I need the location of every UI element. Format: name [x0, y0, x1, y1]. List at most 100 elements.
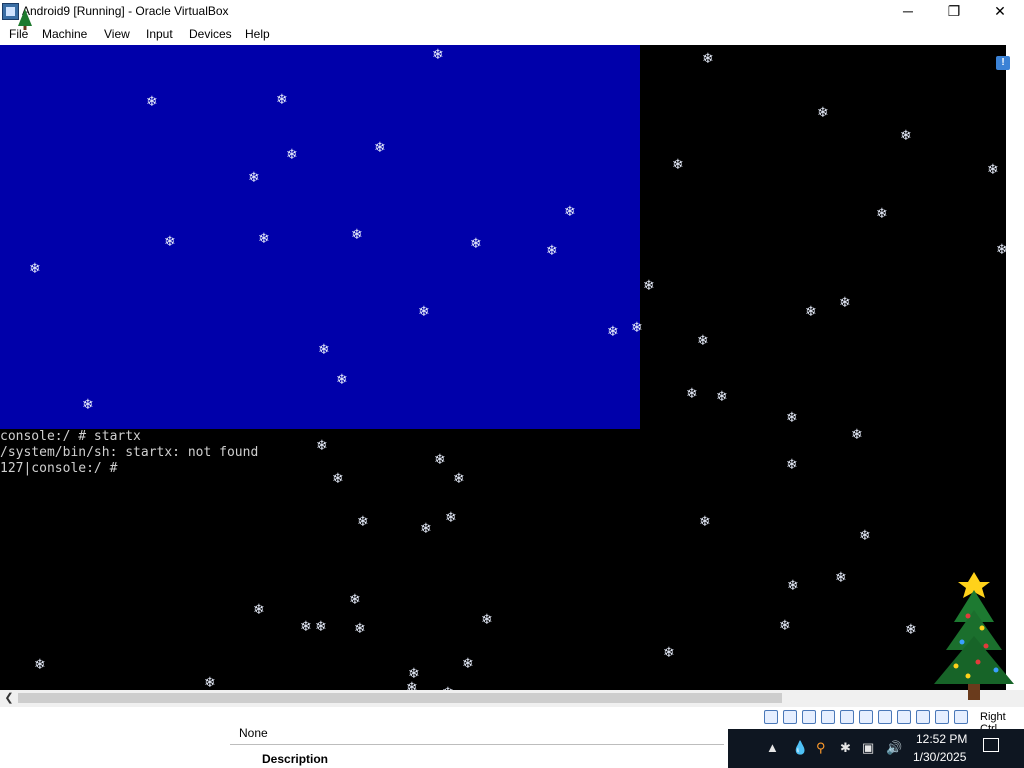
snowflake-icon: ❄: [432, 47, 444, 63]
snowflake-icon: ❄: [905, 622, 917, 638]
usb-icon[interactable]: [840, 710, 854, 724]
snowflake-icon: ❄: [686, 386, 698, 402]
notification-icon[interactable]: [983, 738, 999, 752]
scroll-left-icon[interactable]: ❮: [2, 691, 16, 705]
snowflake-icon: ❄: [607, 324, 619, 340]
menu-view[interactable]: View: [104, 27, 130, 41]
optical-drive-icon[interactable]: [783, 710, 797, 724]
snowflake-icon: ❄: [631, 320, 643, 336]
snowflake-icon: ❄: [164, 234, 176, 250]
clock-date[interactable]: 1/30/2025: [913, 750, 966, 764]
volume-icon[interactable]: 🔊: [886, 740, 902, 756]
snowflake-icon: ❄: [805, 304, 817, 320]
snowflake-icon: ❄: [349, 592, 361, 608]
search-icon[interactable]: ⚲: [816, 740, 826, 756]
snowflake-icon: ❄: [434, 452, 446, 468]
snowflake-icon: ❄: [258, 231, 270, 247]
menu-help[interactable]: Help: [245, 27, 270, 41]
hard-disk-icon[interactable]: [764, 710, 778, 724]
snowflake-icon: ❄: [839, 295, 851, 311]
audio-icon[interactable]: [802, 710, 816, 724]
snowflake-icon: ❄: [672, 157, 684, 173]
minimize-button[interactable]: ─: [885, 0, 931, 23]
tray-app-icon[interactable]: ▲: [766, 740, 779, 755]
snowflake-icon: ❄: [787, 578, 799, 594]
snowflake-icon: ❄: [900, 128, 912, 144]
snowflake-icon: ❄: [316, 438, 328, 454]
snowflake-icon: ❄: [406, 680, 418, 690]
shared-folders-icon[interactable]: [859, 710, 873, 724]
snowflake-icon: ❄: [332, 471, 344, 487]
snowflake-icon: ❄: [987, 162, 999, 178]
snowflake-icon: ❄: [276, 92, 288, 108]
snowflake-icon: ❄: [481, 612, 493, 628]
snowflake-icon: ❄: [699, 514, 711, 530]
snowflake-icon: ❄: [786, 410, 798, 426]
snowflake-icon: ❄: [354, 621, 366, 637]
snowflake-icon: ❄: [996, 242, 1006, 258]
window-title: Android9 [Running] - Oracle VirtualBox: [22, 4, 229, 18]
snowflake-icon: ❄: [34, 657, 46, 673]
menu-machine[interactable]: Machine: [42, 27, 87, 41]
snowflake-icon: ❄: [835, 570, 847, 586]
snowflake-icon: ❄: [318, 342, 330, 358]
host-window-panel: [0, 729, 728, 768]
snowflake-icon: ❄: [716, 389, 728, 405]
snowflake-icon: ❄: [286, 147, 298, 163]
close-button[interactable]: ✕: [977, 0, 1023, 23]
snowflake-icon: ❄: [643, 278, 655, 294]
scrollbar-thumb[interactable]: [18, 693, 782, 703]
snowflake-icon: ❄: [29, 261, 41, 277]
snowflake-icon: ❄: [786, 457, 798, 473]
vm-display[interactable]: console:/ # startx /system/bin/sh: start…: [0, 45, 1006, 690]
menu-devices[interactable]: Devices: [189, 27, 232, 41]
network-status-icon[interactable]: [821, 710, 835, 724]
snowflake-icon: ❄: [315, 619, 327, 635]
snowflake-icon: ❄: [248, 170, 260, 186]
brightness-icon[interactable]: ✱: [840, 740, 851, 756]
snowflake-icon: ❄: [564, 204, 576, 220]
restore-button[interactable]: ❐: [931, 0, 977, 23]
console-line: /system/bin/sh: startx: not found: [0, 445, 259, 460]
snowflake-icon: ❄: [82, 397, 94, 413]
snowflake-icon: ❄: [453, 471, 465, 487]
snowflake-icon: ❄: [445, 510, 457, 526]
cpu-icon[interactable]: [916, 710, 930, 724]
snowflake-icon: ❄: [374, 140, 386, 156]
snowflake-icon: ❄: [336, 372, 348, 388]
menu-bar: File Machine View Input Devices Help: [0, 23, 1024, 45]
network-icon[interactable]: ▣: [862, 740, 874, 756]
snowflake-icon: ❄: [470, 236, 482, 252]
snowflake-icon: ❄: [779, 618, 791, 634]
snowflake-icon: ❄: [697, 333, 709, 349]
recording-icon[interactable]: [897, 710, 911, 724]
snowflake-icon: ❄: [817, 105, 829, 121]
christmas-tree-icon: [934, 572, 1014, 700]
snowflake-icon: ❄: [859, 528, 871, 544]
display-icon[interactable]: [878, 710, 892, 724]
snowflake-icon: ❄: [357, 514, 369, 530]
snowflake-icon: ❄: [702, 51, 714, 67]
snowflake-icon: ❄: [204, 675, 216, 690]
console-line: console:/ # startx: [0, 429, 141, 444]
console-line: 127|console:/ #: [0, 461, 118, 476]
mouse-integration-icon[interactable]: [935, 710, 949, 724]
snowflake-icon: ❄: [462, 656, 474, 672]
horizontal-scrollbar[interactable]: ❮: [0, 690, 1024, 707]
snowflake-icon: ❄: [146, 94, 158, 110]
menu-input[interactable]: Input: [146, 27, 173, 41]
snowflake-icon: ❄: [851, 427, 863, 443]
clock-time[interactable]: 12:52 PM: [916, 732, 967, 746]
snowflake-icon: ❄: [663, 645, 675, 661]
christmas-tree-icon: [18, 9, 32, 30]
snowflake-icon: ❄: [546, 243, 558, 259]
snowflake-icon: ❄: [876, 206, 888, 222]
tray-drop-icon[interactable]: 💧: [792, 740, 808, 756]
panel-divider: [230, 744, 724, 745]
snowflake-icon: ❄: [408, 666, 420, 682]
panel-value: None: [239, 726, 268, 740]
info-icon[interactable]: !: [996, 56, 1010, 70]
keyboard-icon[interactable]: [954, 710, 968, 724]
framebuffer-region: [0, 45, 640, 429]
snowflake-icon: ❄: [300, 619, 312, 635]
